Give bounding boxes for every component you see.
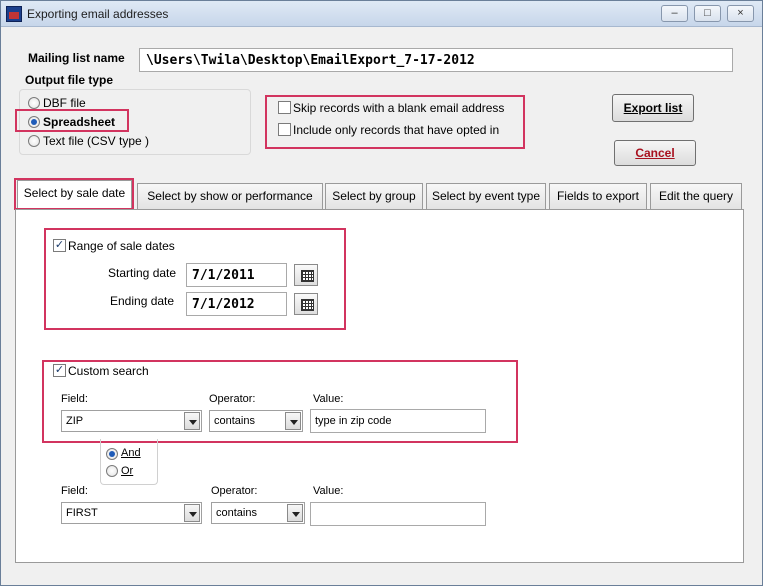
operator-select-value: contains	[214, 415, 255, 427]
tab-label: Edit the query	[658, 189, 734, 203]
opted-in-checkbox[interactable]	[278, 123, 291, 136]
tab-panel: ✓ Range of sale dates Starting date 7/1/…	[15, 209, 744, 563]
radio-dbf-file[interactable]	[28, 97, 40, 109]
field-label-1: Field:	[61, 393, 88, 405]
value-field-2[interactable]	[310, 502, 486, 526]
field-select-value: ZIP	[66, 415, 84, 427]
or-label: Or	[121, 465, 134, 477]
highlight-spreadsheet	[15, 109, 129, 132]
and-label: And	[121, 447, 141, 459]
export-list-button[interactable]: Export list	[612, 94, 694, 122]
ending-date-label: Ending date	[110, 294, 175, 308]
tab-label: Select by group	[332, 189, 416, 203]
field-select-value: FIRST	[66, 507, 98, 519]
custom-search-checkbox[interactable]: ✓	[53, 364, 66, 377]
field-select-2[interactable]: FIRST	[61, 502, 202, 524]
skip-blank-checkbox[interactable]	[278, 101, 291, 114]
value-label-2: Value:	[313, 485, 344, 497]
chevron-down-icon	[285, 412, 301, 430]
output-type-label: Output file type	[25, 73, 113, 87]
ending-date-value: 7/1/2012	[192, 297, 255, 312]
starting-date-value: 7/1/2011	[192, 268, 255, 283]
value-field-1[interactable]: type in zip code	[310, 409, 486, 433]
field-select-1[interactable]: ZIP	[61, 410, 202, 432]
title-bar: Exporting email addresses – □ ×	[1, 1, 762, 27]
radio-and[interactable]	[106, 448, 118, 460]
export-list-label: Export list	[623, 101, 683, 115]
chevron-down-icon	[184, 504, 200, 522]
operator-select-value: contains	[216, 507, 257, 519]
export-dialog: Exporting email addresses – □ × Mailing …	[0, 0, 763, 586]
tab-edit-the-query[interactable]: Edit the query	[650, 183, 742, 209]
value-field-1-text: type in zip code	[315, 415, 392, 427]
cancel-label: Cancel	[635, 146, 675, 160]
operator-select-2[interactable]: contains	[211, 502, 305, 524]
dbf-file-label: DBF file	[43, 96, 86, 110]
chevron-down-icon	[287, 504, 303, 522]
radio-or[interactable]	[106, 465, 118, 477]
calendar-icon[interactable]	[294, 293, 318, 315]
highlight-active-tab	[14, 178, 134, 210]
tab-label: Fields to export	[556, 189, 640, 203]
logic-group	[100, 439, 158, 485]
cancel-button[interactable]: Cancel	[614, 140, 696, 166]
sale-dates-checkbox[interactable]: ✓	[53, 239, 66, 252]
text-file-label: Text file (CSV type )	[43, 134, 150, 148]
tab-label: Select by show or performance	[147, 189, 313, 203]
sale-dates-label: Range of sale dates	[68, 239, 175, 253]
operator-label-1: Operator:	[209, 393, 256, 405]
tab-label: Select by event type	[431, 189, 541, 203]
ending-date-field[interactable]: 7/1/2012	[186, 292, 287, 316]
minimize-button[interactable]: –	[661, 5, 688, 22]
operator-label-2: Operator:	[211, 485, 258, 497]
tab-fields-to-export[interactable]: Fields to export	[549, 183, 647, 209]
app-icon	[6, 6, 22, 22]
tab-select-by-event-type[interactable]: Select by event type	[426, 183, 546, 209]
operator-select-1[interactable]: contains	[209, 410, 303, 432]
window-title: Exporting email addresses	[27, 7, 169, 21]
chevron-down-icon	[184, 412, 200, 430]
calendar-icon[interactable]	[294, 264, 318, 286]
field-label-2: Field:	[61, 485, 88, 497]
mailing-list-value: \Users\Twila\Desktop\EmailExport_7-17-20…	[146, 53, 475, 68]
custom-search-label: Custom search	[68, 364, 149, 378]
tab-select-by-group[interactable]: Select by group	[325, 183, 423, 209]
mailing-list-label: Mailing list name	[28, 51, 125, 65]
value-label-1: Value:	[313, 393, 344, 405]
starting-date-label: Starting date	[108, 266, 177, 280]
close-button[interactable]: ×	[727, 5, 754, 22]
tab-select-by-show[interactable]: Select by show or performance	[137, 183, 323, 209]
opted-in-label: Include only records that have opted in	[293, 123, 500, 137]
mailing-list-field[interactable]: \Users\Twila\Desktop\EmailExport_7-17-20…	[139, 48, 733, 72]
starting-date-field[interactable]: 7/1/2011	[186, 263, 287, 287]
radio-text-file[interactable]	[28, 135, 40, 147]
maximize-button[interactable]: □	[694, 5, 721, 22]
skip-blank-label: Skip records with a blank email address	[293, 101, 505, 115]
